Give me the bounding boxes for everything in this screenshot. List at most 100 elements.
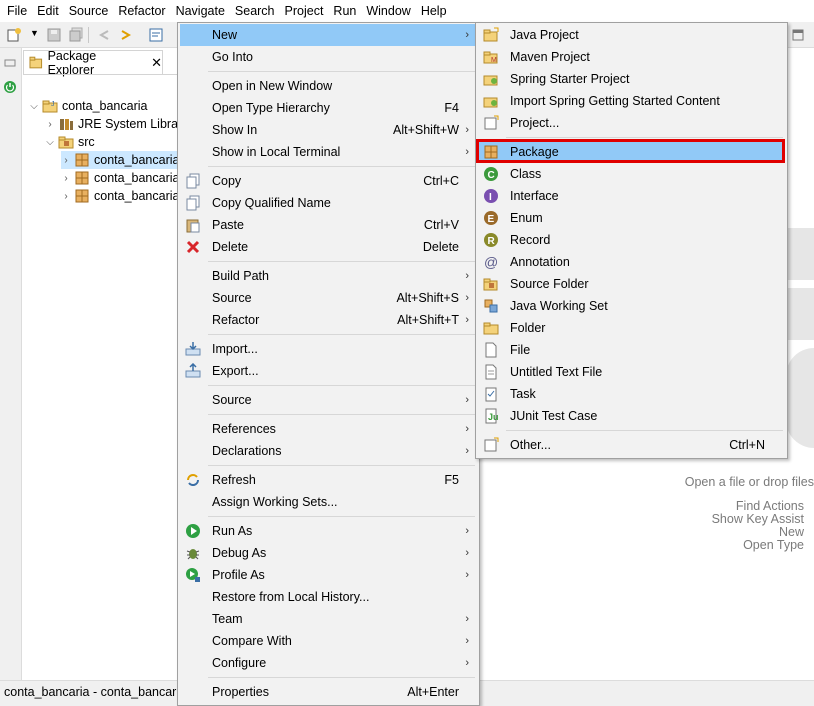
menu-item-build-path[interactable]: Build Path ›	[180, 265, 477, 287]
submenu-arrow-icon: ›	[465, 635, 469, 647]
menu-item-show-local-terminal[interactable]: Show in Local Terminal ›	[180, 141, 477, 163]
save-icon[interactable]	[46, 27, 62, 43]
class-icon: C	[484, 167, 498, 181]
expand-toggle-icon[interactable]: ›	[45, 119, 55, 130]
menu-item-export[interactable]: Export...	[180, 360, 477, 382]
menu-item-import-spring[interactable]: Import Spring Getting Started Content	[478, 90, 785, 112]
tree-item-src[interactable]: ⌵ src	[45, 133, 94, 151]
tree-item-package[interactable]: › conta_bancaria	[61, 151, 183, 169]
menu-item-source[interactable]: Source Alt+Shift+S ›	[180, 287, 477, 309]
power-icon[interactable]	[3, 80, 17, 94]
dropdown-arrow-icon[interactable]: ▼	[30, 28, 39, 38]
expand-toggle-icon[interactable]: ›	[61, 155, 71, 166]
menu-navigate[interactable]: Navigate	[171, 0, 230, 22]
menu-item-label: Package	[510, 145, 559, 159]
menu-item-import[interactable]: Import...	[180, 338, 477, 360]
tree-item-package[interactable]: › conta_bancaria	[61, 169, 179, 187]
menu-item-enum[interactable]: E Enum	[478, 207, 785, 229]
menu-item-java-project[interactable]: Java Project	[478, 24, 785, 46]
menu-item-paste[interactable]: Paste Ctrl+V	[180, 214, 477, 236]
menu-item-configure[interactable]: Configure ›	[180, 652, 477, 674]
save-all-icon[interactable]	[68, 27, 84, 43]
expand-toggle-icon[interactable]: ›	[61, 173, 71, 184]
expand-toggle-icon[interactable]: ⌵	[29, 101, 39, 112]
file-icon	[485, 342, 497, 358]
menu-item-show-in[interactable]: Show In Alt+Shift+W ›	[180, 119, 477, 141]
menu-item-new[interactable]: New ›	[180, 24, 477, 46]
menu-item-source-folder[interactable]: Source Folder	[478, 273, 785, 295]
menu-edit[interactable]: Edit	[32, 0, 64, 22]
tree-item-jre-library[interactable]: › JRE System Library	[45, 115, 188, 133]
menu-item-interface[interactable]: I Interface	[478, 185, 785, 207]
menu-item-team[interactable]: Team ›	[180, 608, 477, 630]
menu-item-copy[interactable]: Copy Ctrl+C	[180, 170, 477, 192]
menu-item-file[interactable]: File	[478, 339, 785, 361]
new-wizard-icon[interactable]	[6, 27, 22, 43]
menu-item-junit[interactable]: Ju JUnit Test Case	[478, 405, 785, 427]
menu-item-label: Copy Qualified Name	[212, 196, 331, 210]
menu-item-class[interactable]: C Class	[478, 163, 785, 185]
menu-item-label: Export...	[212, 364, 259, 378]
menu-item-go-into[interactable]: Go Into	[180, 46, 477, 68]
menu-help[interactable]: Help	[416, 0, 452, 22]
menu-item-java-working-set[interactable]: Java Working Set	[478, 295, 785, 317]
menu-source[interactable]: Source	[64, 0, 114, 22]
menu-project[interactable]: Project	[280, 0, 329, 22]
menu-item-task[interactable]: Task	[478, 383, 785, 405]
menu-item-assign-working-sets[interactable]: Assign Working Sets...	[180, 491, 477, 513]
menu-item-annotation[interactable]: @ Annotation	[478, 251, 785, 273]
menu-separator	[208, 516, 475, 517]
toolbar-separator	[88, 27, 89, 43]
menu-run[interactable]: Run	[328, 0, 361, 22]
menu-item-source-2[interactable]: Source ›	[180, 389, 477, 411]
menu-item-compare-with[interactable]: Compare With ›	[180, 630, 477, 652]
menu-item-profile-as[interactable]: Profile As ›	[180, 564, 477, 586]
menu-item-other[interactable]: Other... Ctrl+N	[478, 434, 785, 456]
menu-item-debug-as[interactable]: Debug As ›	[180, 542, 477, 564]
menu-item-open-type-hierarchy[interactable]: Open Type Hierarchy F4	[180, 97, 477, 119]
menu-item-open-new-window[interactable]: Open in New Window	[180, 75, 477, 97]
submenu-arrow-icon: ›	[465, 445, 469, 457]
menu-search[interactable]: Search	[230, 0, 280, 22]
menu-file[interactable]: File	[2, 0, 32, 22]
back-icon[interactable]	[96, 27, 112, 43]
menu-item-delete[interactable]: Delete Delete	[180, 236, 477, 258]
menu-item-record[interactable]: R Record	[478, 229, 785, 251]
menu-item-label: Java Project	[510, 28, 579, 42]
tree-item-label: conta_bancaria	[94, 171, 180, 185]
menu-refactor[interactable]: Refactor	[113, 0, 170, 22]
menu-item-properties[interactable]: Properties Alt+Enter	[180, 681, 477, 703]
menu-item-label: Source	[212, 291, 252, 305]
forward-icon[interactable]	[118, 27, 134, 43]
menu-item-project[interactable]: Project...	[478, 112, 785, 134]
menu-item-run-as[interactable]: Run As ›	[180, 520, 477, 542]
menu-item-spring-starter[interactable]: Spring Starter Project	[478, 68, 785, 90]
menu-item-label: Open in New Window	[212, 79, 333, 93]
menu-item-references[interactable]: References ›	[180, 418, 477, 440]
expand-toggle-icon[interactable]: ›	[61, 191, 71, 202]
drop-files-hint: Open a file or drop files	[684, 475, 814, 489]
menu-item-refactor[interactable]: Refactor Alt+Shift+T ›	[180, 309, 477, 331]
menu-item-label: Run As	[212, 524, 253, 538]
expand-toggle-icon[interactable]: ⌵	[45, 137, 55, 148]
maximize-icon[interactable]	[790, 27, 806, 43]
menu-item-refresh[interactable]: Refresh F5	[180, 469, 477, 491]
menu-item-folder[interactable]: Folder	[478, 317, 785, 339]
menu-item-package[interactable]: Package	[478, 141, 785, 163]
menu-item-copy-qualified-name[interactable]: Copy Qualified Name	[180, 192, 477, 214]
submenu-arrow-icon: ›	[465, 29, 469, 41]
package-explorer-tab[interactable]: Package Explorer ✕	[23, 49, 163, 77]
console-icon[interactable]	[148, 27, 164, 43]
menu-window[interactable]: Window	[361, 0, 415, 22]
menu-item-declarations[interactable]: Declarations ›	[180, 440, 477, 462]
svg-text:R: R	[488, 236, 496, 247]
menu-item-untitled-text[interactable]: Untitled Text File	[478, 361, 785, 383]
import-icon	[185, 342, 201, 356]
tree-item-project[interactable]: ⌵ J conta_bancaria	[29, 97, 147, 115]
tree-item-package[interactable]: › conta_bancaria	[61, 187, 179, 205]
close-icon[interactable]: ✕	[151, 55, 162, 71]
minimize-icon[interactable]	[4, 58, 16, 68]
menu-item-maven-project[interactable]: M Maven Project	[478, 46, 785, 68]
menu-item-restore-history[interactable]: Restore from Local History...	[180, 586, 477, 608]
enum-icon: E	[484, 211, 498, 225]
